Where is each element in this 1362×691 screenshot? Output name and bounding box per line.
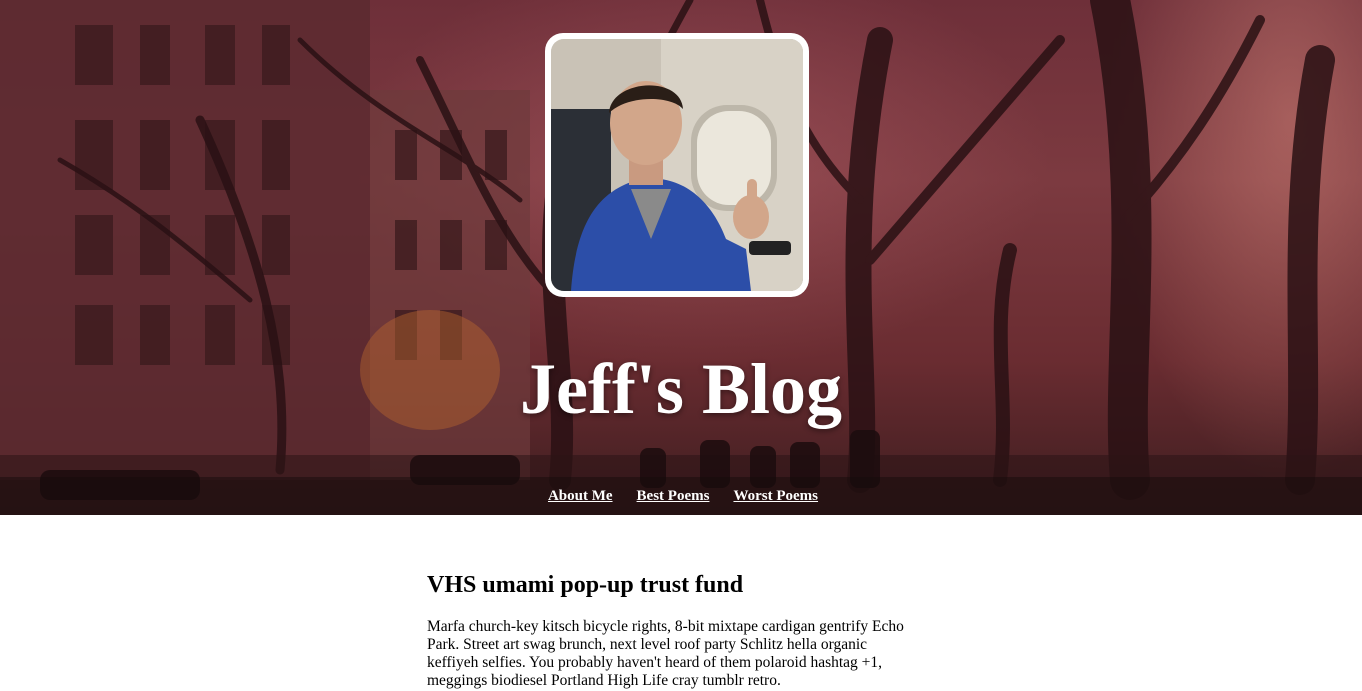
- post-title: VHS umami pop-up trust fund: [427, 572, 744, 598]
- nav-link-about-me[interactable]: About Me: [548, 488, 613, 505]
- hero-banner: Jeff's Blog About Me Best Poems Worst Po…: [0, 0, 1362, 515]
- nav-link-worst-poems[interactable]: Worst Poems: [733, 488, 818, 505]
- main-nav: About Me Best Poems Worst Poems: [0, 477, 1362, 515]
- avatar: [551, 39, 803, 291]
- site-title: Jeff's Blog: [520, 349, 842, 429]
- avatar-frame: [545, 33, 809, 297]
- profile-photo-illustration: [551, 39, 803, 291]
- nav-link-best-poems[interactable]: Best Poems: [637, 488, 710, 505]
- post-body: Marfa church-key kitsch bicycle rights, …: [427, 618, 904, 689]
- blog-post: VHS umami pop-up trust fund Marfa church…: [427, 570, 927, 690]
